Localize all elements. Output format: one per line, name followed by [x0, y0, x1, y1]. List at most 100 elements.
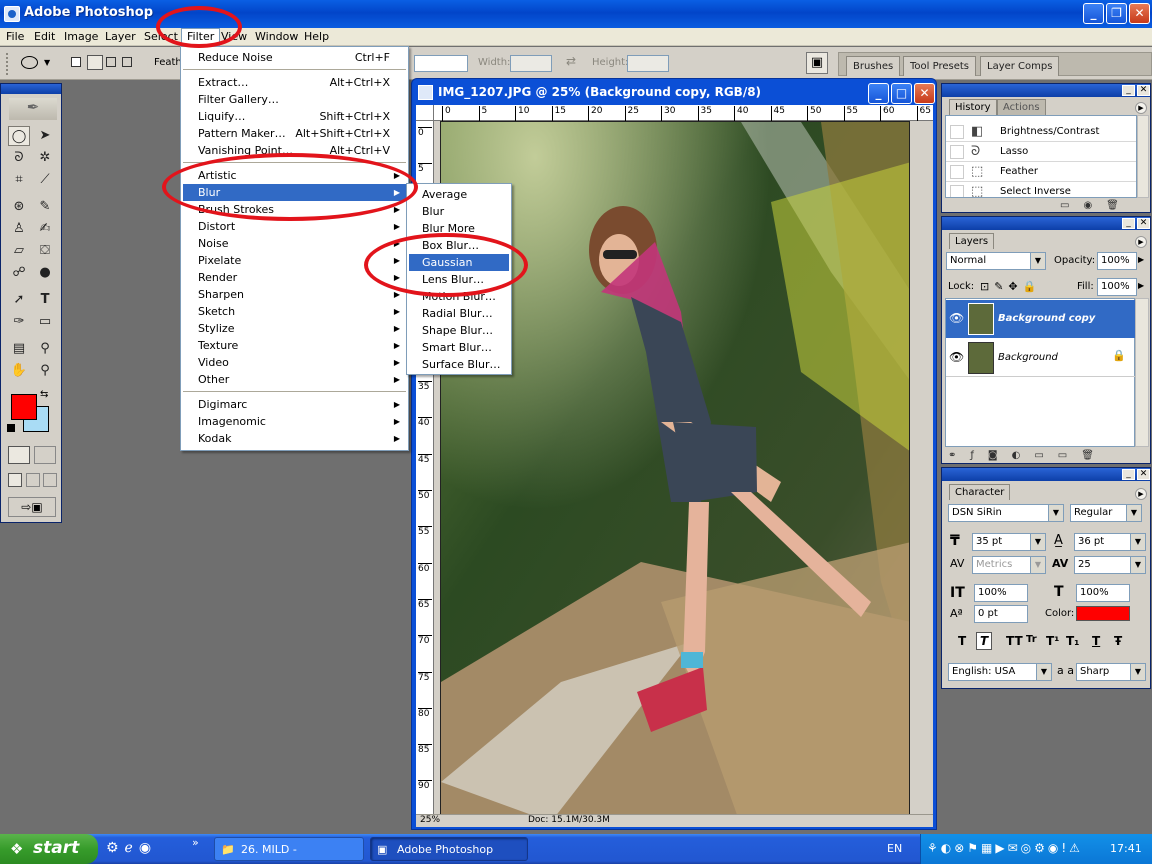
layers-menu-icon[interactable]: ▶ — [1135, 236, 1147, 248]
character-close-button[interactable]: ✕ — [1137, 469, 1150, 480]
new-selection-icon[interactable] — [71, 57, 81, 67]
strikethrough-button[interactable]: Ŧ — [1114, 634, 1122, 648]
history-palette-header[interactable] — [942, 84, 1150, 97]
notes-tool-icon[interactable]: ▤ — [8, 339, 30, 359]
foreground-color-swatch[interactable] — [11, 394, 37, 420]
tab-history[interactable]: History — [949, 99, 997, 115]
tab-brushes[interactable]: Brushes — [846, 56, 901, 76]
all-caps-button[interactable]: TT — [1006, 634, 1023, 648]
history-item[interactable]: ⬚ Feather — [946, 162, 1136, 182]
eyedropper-tool-icon[interactable]: ⚲ — [34, 339, 56, 359]
language-indicator[interactable]: EN — [887, 842, 902, 855]
filter-menu-item[interactable]: Imagenomic ▶ — [183, 413, 406, 430]
document-close-button[interactable]: ✕ — [914, 83, 935, 104]
path-selection-tool-icon[interactable]: ➚ — [8, 290, 30, 310]
superscript-button[interactable]: T¹ — [1046, 634, 1059, 648]
filter-menu-item[interactable]: Other ▶ — [183, 371, 406, 388]
layers-minimize-button[interactable]: _ — [1122, 218, 1135, 229]
tab-character[interactable]: Character — [949, 484, 1011, 500]
blur-menu-item[interactable]: Average — [409, 186, 509, 203]
rectangle-tool-icon[interactable]: ▭ — [34, 312, 56, 332]
history-brush-tool-icon[interactable]: ✍ — [34, 219, 56, 239]
tab-tool-presets[interactable]: Tool Presets — [903, 56, 976, 76]
height-input[interactable] — [627, 55, 669, 72]
history-checkbox[interactable] — [950, 185, 964, 197]
history-item[interactable]: ◧ Brightness/Contrast — [946, 122, 1136, 142]
zoom-level[interactable]: 25% — [420, 815, 440, 825]
jump-to-imageready-icon[interactable]: ⇨▣ — [8, 497, 56, 517]
underline-button[interactable]: T — [1092, 634, 1100, 648]
ruler-origin[interactable] — [416, 105, 434, 121]
dodge-tool-icon[interactable]: ● — [34, 263, 56, 283]
layer-row-background[interactable]: 👁 Background 🔒 — [946, 339, 1135, 377]
layers-scrollbar[interactable] — [1135, 298, 1149, 447]
standard-screen-mode-icon[interactable] — [8, 473, 22, 487]
type-tool-icon[interactable]: T — [34, 290, 56, 310]
blur-menu-item[interactable]: Smart Blur… — [409, 339, 509, 356]
healing-brush-tool-icon[interactable]: ⊛ — [8, 197, 30, 217]
faux-italic-button[interactable]: T — [976, 632, 993, 650]
blend-mode-select[interactable]: Normal ▼ — [946, 252, 1046, 270]
filter-menu-item[interactable]: Stylize ▶ — [183, 320, 406, 337]
eraser-tool-icon[interactable]: ▱ — [8, 241, 30, 261]
history-checkbox[interactable] — [950, 125, 964, 139]
filter-menu-item[interactable]: Pattern Maker… Alt+Shift+Ctrl+X — [183, 125, 406, 142]
filter-menu-item[interactable]: Digimarc ▶ — [183, 396, 406, 413]
subscript-button[interactable]: T₁ — [1066, 634, 1079, 648]
character-minimize-button[interactable]: _ — [1122, 469, 1135, 480]
slice-tool-icon[interactable]: ⟋ — [34, 170, 56, 190]
brush-tool-icon[interactable]: ✎ — [34, 197, 56, 217]
standard-mode-icon[interactable] — [8, 446, 30, 464]
blur-menu-item[interactable]: Radial Blur… — [409, 305, 509, 322]
baseline-shift-input[interactable]: 0 pt — [974, 605, 1028, 623]
swap-dimensions-icon[interactable]: ⇄ — [566, 54, 576, 68]
opacity-input[interactable]: 100% — [1097, 252, 1137, 270]
task-photoshop[interactable]: ▣ Adobe Photoshop — [370, 837, 528, 861]
restore-button[interactable]: ❐ — [1106, 3, 1127, 24]
hand-tool-icon[interactable]: ✋ — [8, 361, 30, 381]
lasso-tool-icon[interactable]: ᘐ — [8, 148, 30, 168]
eye-icon[interactable]: 👁 — [949, 311, 964, 325]
feather-logo-icon[interactable]: ✒ — [9, 98, 57, 120]
eye-icon[interactable]: 👁 — [949, 350, 964, 364]
blur-menu-item[interactable]: Shape Blur… — [409, 322, 509, 339]
layer-row-background-copy[interactable]: 👁 Background copy — [946, 300, 1135, 338]
tracking-select[interactable]: 25 ▼ — [1074, 556, 1146, 574]
full-screen-mode-icon[interactable] — [43, 473, 57, 487]
filter-menu-item[interactable]: Sharpen ▶ — [183, 286, 406, 303]
language-select[interactable]: English: USA ▼ — [948, 663, 1052, 681]
quick-launch-chevron-icon[interactable]: » — [192, 836, 199, 849]
start-button[interactable]: ❖ start — [0, 834, 98, 864]
anti-alias-select[interactable]: Sharp ▼ — [1076, 663, 1146, 681]
elliptical-marquee-preset-icon[interactable] — [21, 56, 38, 69]
close-button[interactable]: ✕ — [1129, 3, 1150, 24]
add-to-selection-icon[interactable] — [87, 55, 103, 70]
preset-dropdown-arrow-icon[interactable]: ▼ — [44, 58, 50, 67]
layers-palette-header[interactable] — [942, 217, 1150, 230]
default-colors-icon[interactable] — [7, 424, 15, 432]
lock-buttons-icon[interactable]: ⊡✎✥🔒 — [980, 280, 1041, 293]
history-close-button[interactable]: ✕ — [1137, 85, 1150, 96]
filter-menu-item[interactable]: Liquify… Shift+Ctrl+X — [183, 108, 406, 125]
kerning-select[interactable]: Metrics ▼ — [972, 556, 1046, 574]
history-scrollbar[interactable] — [1137, 115, 1149, 198]
menu-layer[interactable]: Layer — [100, 28, 141, 46]
intersect-selection-icon[interactable] — [122, 57, 132, 67]
menu-help[interactable]: Help — [299, 28, 334, 46]
fill-slider-arrow-icon[interactable]: ▶ — [1138, 281, 1144, 290]
history-checkbox[interactable] — [950, 145, 964, 159]
blur-menu-item[interactable]: Surface Blur… — [409, 356, 509, 373]
minimize-button[interactable]: _ — [1083, 3, 1104, 24]
history-item[interactable]: ᘐ Lasso — [946, 142, 1136, 162]
menu-window[interactable]: Window — [250, 28, 303, 46]
tab-layers[interactable]: Layers — [949, 233, 995, 249]
paint-bucket-tool-icon[interactable]: ⛋ — [34, 241, 56, 261]
filter-menu-item[interactable]: Texture ▶ — [183, 337, 406, 354]
faux-bold-button[interactable]: T — [958, 634, 966, 648]
font-family-select[interactable]: DSN SiRin ▼ — [948, 504, 1064, 522]
horizontal-ruler[interactable]: 0 5 10 15 20 25 30 35 40 45 50 55 60 65 — [434, 105, 933, 121]
file-browser-icon[interactable]: ▣ — [806, 52, 828, 74]
character-menu-icon[interactable]: ▶ — [1135, 488, 1147, 500]
horizontal-scale-input[interactable]: 100% — [1076, 584, 1130, 602]
menu-file[interactable]: File — [1, 28, 29, 46]
